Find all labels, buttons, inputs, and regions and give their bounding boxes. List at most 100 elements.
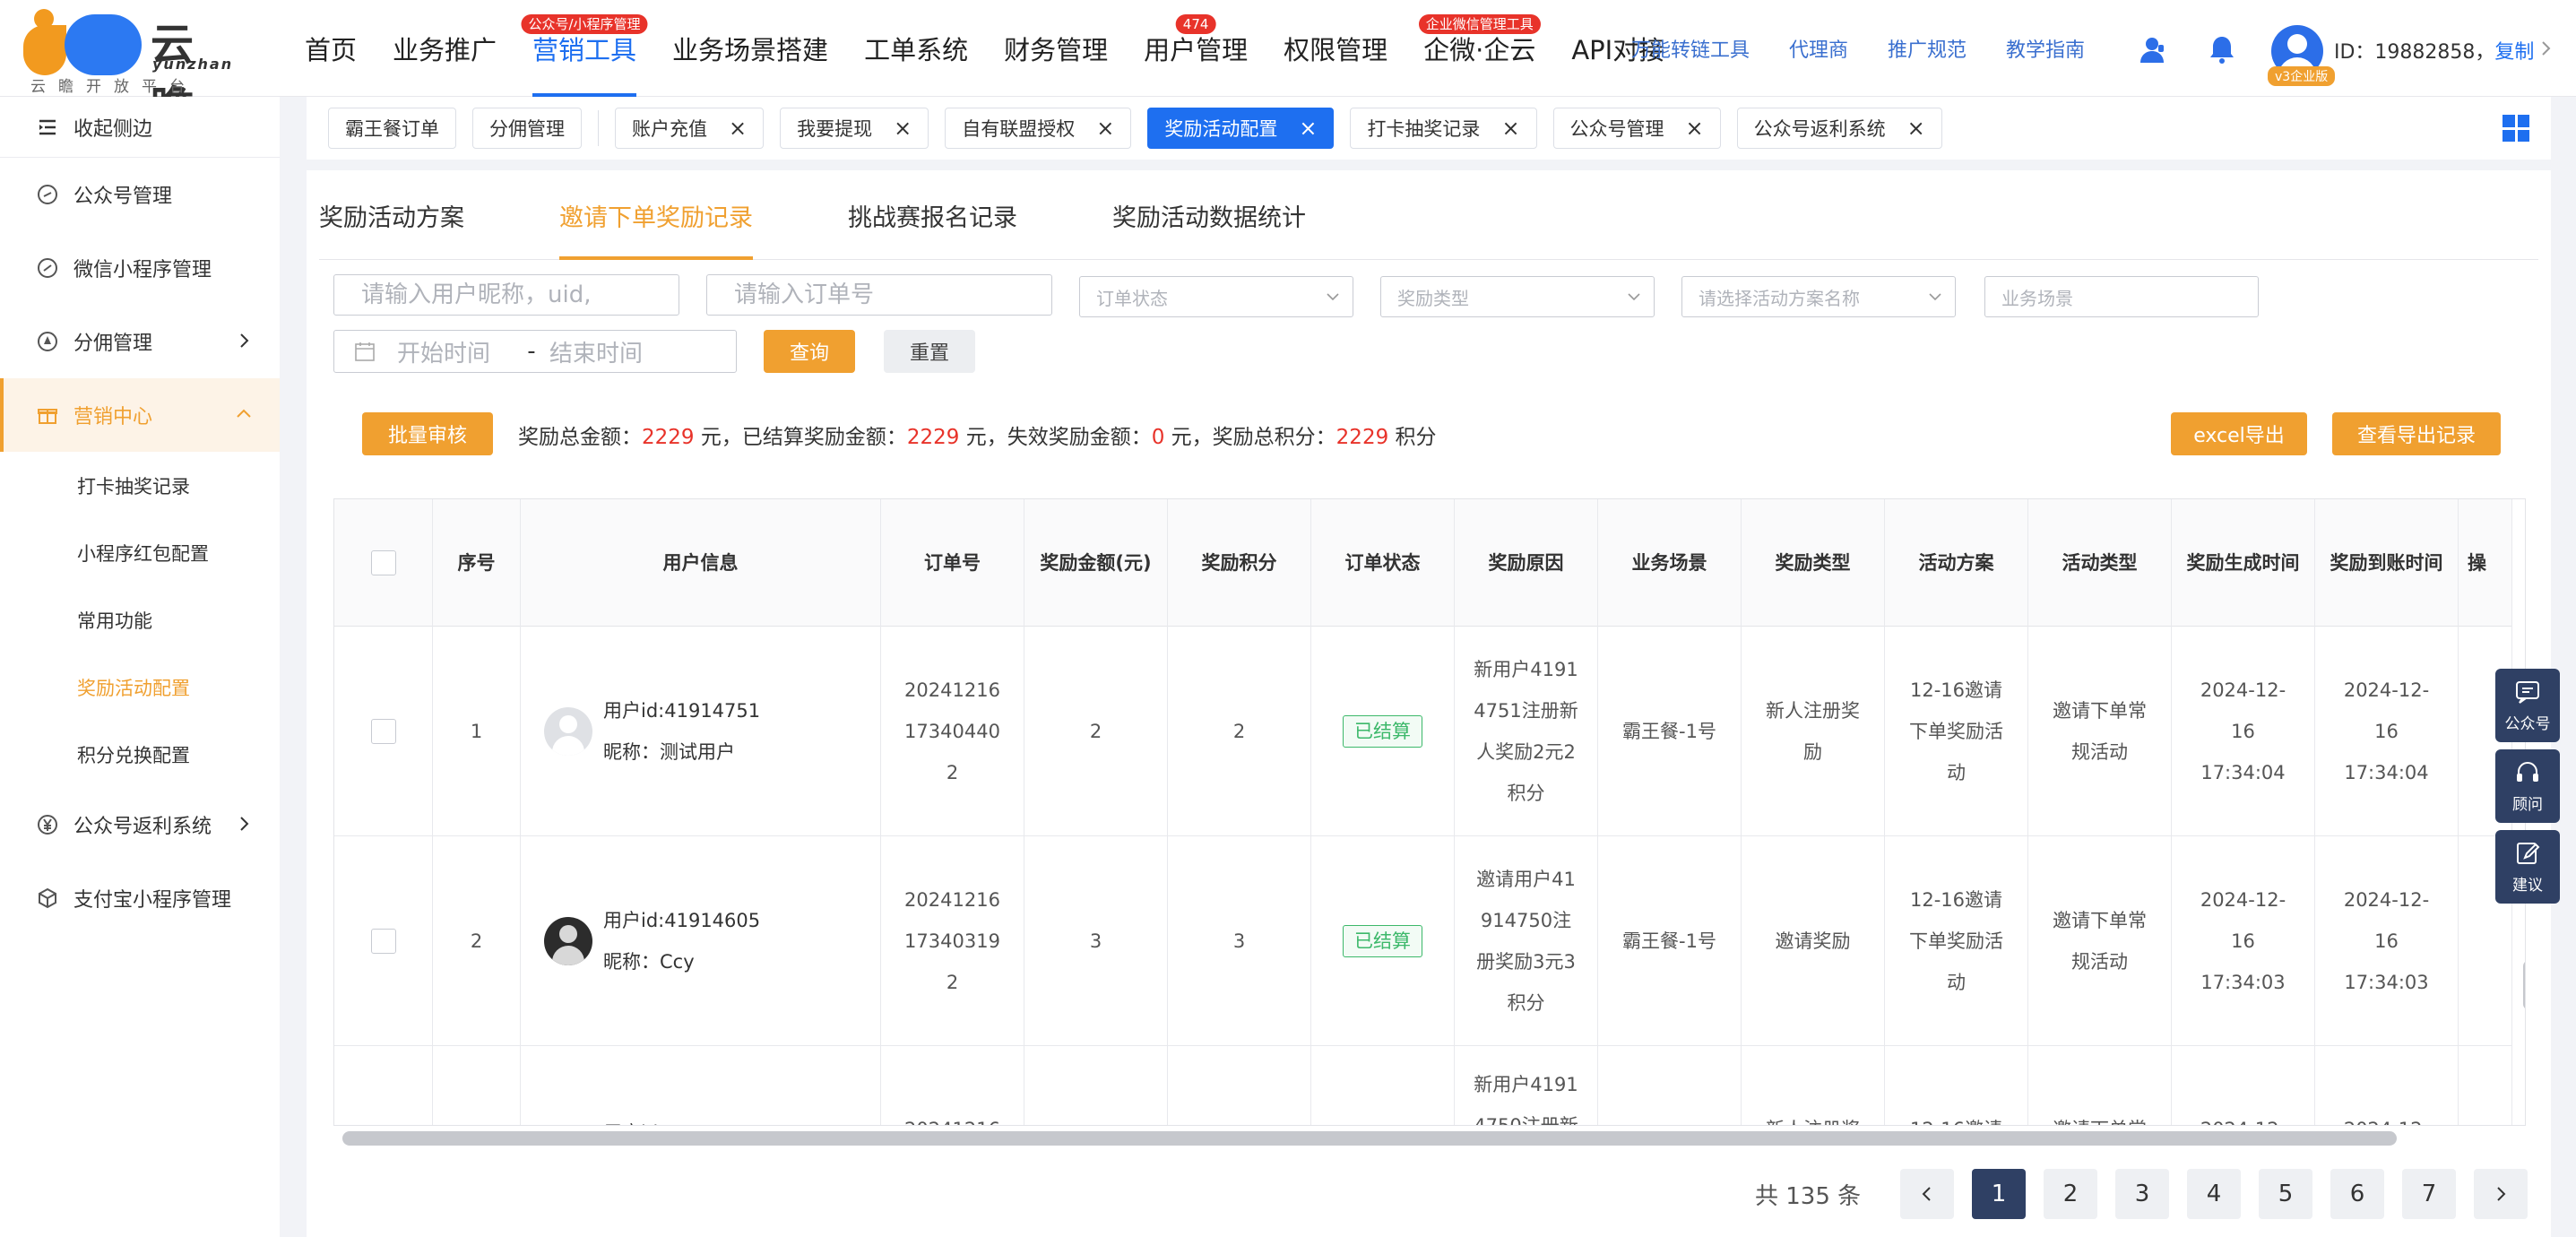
sidebar-sub-common[interactable]: 常用功能	[0, 586, 280, 653]
order-search-field[interactable]	[706, 274, 1052, 316]
sidebar-item-official-account[interactable]: 公众号管理	[0, 158, 280, 231]
reward-amount	[1024, 1046, 1168, 1125]
close-icon[interactable]: ×	[894, 117, 912, 139]
service-person-icon[interactable]	[2137, 34, 2167, 65]
float-suggestion[interactable]: 建议	[2495, 830, 2560, 904]
sidebar-item-marketing-center[interactable]: 营销中心	[0, 378, 280, 452]
tag-commission[interactable]: 分佣管理	[472, 108, 582, 149]
nav-finance[interactable]: 财务管理	[986, 0, 1126, 97]
excel-export-button[interactable]: excel导出	[2171, 412, 2307, 455]
user-search-input[interactable]	[361, 281, 679, 308]
tag-withdraw[interactable]: 我要提现 ×	[780, 108, 929, 149]
reward-reason: 新用户41914751注册新人奖励2元2积分	[1455, 627, 1598, 836]
col-status: 订单状态	[1311, 499, 1455, 627]
tag-reward-config[interactable]: 奖励活动配置 ×	[1147, 108, 1335, 149]
export-records-button[interactable]: 查看导出记录	[2332, 412, 2501, 455]
page-1[interactable]: 1	[1972, 1169, 2026, 1219]
link-agent[interactable]: 代理商	[1789, 34, 1848, 63]
horizontal-scrollbar[interactable]	[342, 1131, 2397, 1146]
user-search-field[interactable]	[333, 274, 679, 316]
query-button[interactable]: 查询	[764, 330, 855, 373]
batch-review-button[interactable]: 批量审核	[362, 412, 493, 455]
sidebar-item-mini-program[interactable]: 微信小程序管理	[0, 231, 280, 305]
page-4[interactable]: 4	[2187, 1169, 2241, 1219]
records-table: 序号 用户信息 订单号 奖励金额(元) 奖励积分 订单状态 奖励原因 业务场景 …	[333, 498, 2526, 1126]
nav-scene-build[interactable]: 业务场景搭建	[654, 0, 846, 97]
sidebar-sub-checkin-lottery[interactable]: 打卡抽奖记录	[0, 452, 280, 519]
tag-rebate-system[interactable]: 公众号返利系统 ×	[1736, 108, 1942, 149]
tag-alliance-auth[interactable]: 自有联盟授权 ×	[945, 108, 1132, 149]
tab-reward-stats[interactable]: 奖励活动数据统计	[1112, 170, 1306, 260]
close-icon[interactable]: ×	[1096, 117, 1114, 139]
bell-icon[interactable]	[2207, 34, 2237, 65]
close-icon[interactable]: ×	[1907, 117, 1925, 139]
chevron-right-icon[interactable]	[2537, 39, 2554, 57]
float-official-account[interactable]: 公众号	[2495, 669, 2560, 742]
nav-promotion[interactable]: 业务推广	[375, 0, 514, 97]
row-checkbox[interactable]	[370, 929, 396, 954]
headset-icon	[2517, 761, 2538, 782]
tag-recharge[interactable]: 账户充值 ×	[615, 108, 765, 149]
prev-page-button[interactable]	[1900, 1169, 1954, 1219]
tag-bwc-orders[interactable]: 霸王餐订单	[328, 108, 456, 149]
vertical-scrollbar[interactable]	[2523, 960, 2525, 1010]
tab-challenge-signups[interactable]: 挑战赛报名记录	[848, 170, 1017, 260]
nav-marketing-tools[interactable]: 公众号/小程序管理 营销工具	[514, 0, 654, 97]
activity-type: 邀请下单常规活动	[2028, 836, 2172, 1046]
reset-button[interactable]: 重置	[884, 330, 975, 373]
page-6[interactable]: 6	[2330, 1169, 2384, 1219]
sidebar-item-rebate[interactable]: 公众号返利系统	[0, 788, 280, 861]
float-consultant[interactable]: 顾问	[2495, 749, 2560, 823]
tab-reward-plans[interactable]: 奖励活动方案	[319, 170, 464, 260]
business-scene: 霸王餐-1号	[1598, 836, 1742, 1046]
col-type: 奖励类型	[1742, 499, 1885, 627]
sidebar-collapse[interactable]: 收起侧边	[0, 97, 280, 158]
link-icon	[36, 183, 59, 206]
date-range-picker[interactable]: 开始时间 - 结束时间	[333, 330, 737, 373]
total-count: 共 135 条	[1755, 1183, 1862, 1210]
reward-type-select[interactable]: 奖励类型	[1380, 276, 1655, 317]
close-icon[interactable]: ×	[1299, 117, 1317, 139]
close-icon[interactable]: ×	[1501, 117, 1519, 139]
select-all-checkbox[interactable]	[370, 550, 396, 575]
row-checkbox[interactable]	[370, 719, 396, 744]
nav-permissions[interactable]: 权限管理	[1266, 0, 1405, 97]
plan-select[interactable]: 请选择活动方案名称	[1681, 276, 1956, 317]
link-tutorial[interactable]: 教学指南	[2006, 34, 2085, 63]
order-status-select[interactable]: 订单状态	[1079, 276, 1353, 317]
page-3[interactable]: 3	[2115, 1169, 2169, 1219]
end-time[interactable]: 结束时间	[549, 335, 643, 368]
copy-id-link[interactable]: 复制	[2494, 41, 2534, 64]
order-search-input[interactable]	[734, 281, 1051, 308]
chevron-down-icon	[1929, 293, 1941, 301]
tab-invite-order-records[interactable]: 邀请下单奖励记录	[559, 170, 753, 260]
close-icon[interactable]: ×	[729, 117, 747, 139]
start-time[interactable]: 开始时间	[397, 335, 514, 368]
page-2[interactable]: 2	[2044, 1169, 2097, 1219]
brand-logo[interactable]: 云瞻 yunzhan 云瞻开放平台	[23, 7, 231, 133]
col-user: 用户信息	[521, 499, 881, 627]
link-link-converter[interactable]: 万能转链工具	[1631, 34, 1750, 63]
sidebar-sub-reward-config[interactable]: 奖励活动配置	[0, 653, 280, 721]
link-promo-rules[interactable]: 推广规范	[1888, 34, 1967, 63]
tag-checkin-lottery[interactable]: 打卡抽奖记录 ×	[1350, 108, 1537, 149]
sidebar-item-alipay[interactable]: 支付宝小程序管理	[0, 861, 280, 935]
activity-plan: 12-16邀请下单奖励活动	[1885, 627, 2028, 836]
reward-amount: 3	[1024, 836, 1168, 1046]
page-7[interactable]: 7	[2402, 1169, 2456, 1219]
page-5[interactable]: 5	[2259, 1169, 2312, 1219]
sidebar-sub-points-exchange[interactable]: 积分兑换配置	[0, 721, 280, 788]
scene-select[interactable]: 业务场景	[1984, 276, 2259, 317]
grid-menu-icon[interactable]	[2503, 115, 2529, 142]
nav-wecom[interactable]: 企业微信管理工具 企微·企云	[1405, 0, 1553, 97]
nav-home[interactable]: 首页	[287, 0, 375, 97]
next-page-button[interactable]	[2474, 1169, 2528, 1219]
nav-users[interactable]: 474 用户管理	[1126, 0, 1266, 97]
col-scene: 业务场景	[1598, 499, 1742, 627]
sidebar-item-commission[interactable]: 分佣管理	[0, 305, 280, 378]
row-select	[334, 627, 433, 836]
close-icon[interactable]: ×	[1686, 117, 1704, 139]
tag-official-account[interactable]: 公众号管理 ×	[1552, 108, 1721, 149]
nav-tickets[interactable]: 工单系统	[846, 0, 986, 97]
sidebar-sub-red-packet[interactable]: 小程序红包配置	[0, 519, 280, 586]
